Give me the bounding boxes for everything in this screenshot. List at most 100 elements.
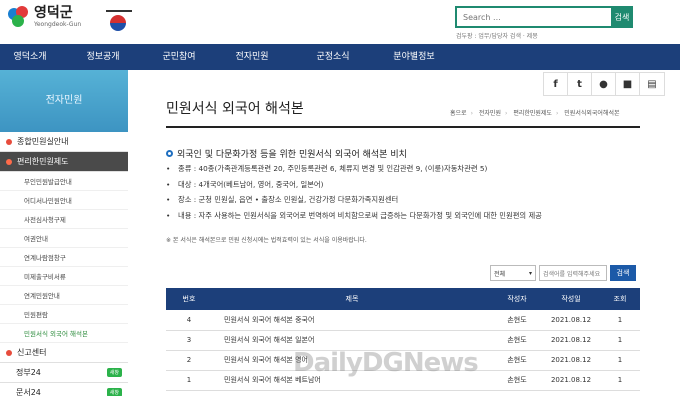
info-list: • 종류 : 40종(가족관계등록관련 20, 주민등록관련 6, 체류지 변경 … [166, 164, 646, 226]
chevron-down-icon: ▾ [528, 269, 532, 277]
sidebar-subitem-linked-window[interactable]: 연계나람점창구 [0, 248, 128, 267]
sidebar-subitem-linked-civil[interactable]: 연계민원안내 [0, 286, 128, 305]
breadcrumb-current: 민원서식외국어해석본 [564, 110, 620, 117]
select-value: 전체 [494, 270, 506, 278]
sidebar-link-doc24[interactable]: 문서24 새창 [0, 383, 128, 396]
info-item-text: 종류 : 40종(가족관계등록관련 20, 주민등록관련 6, 체류지 변경 및… [178, 164, 488, 173]
logo-name: 영덕군 [34, 5, 73, 21]
facebook-icon[interactable]: f [544, 73, 568, 95]
sidebar-title: 전자민원 [0, 70, 128, 132]
cell-author: 손현도 [492, 310, 542, 331]
breadcrumb-home[interactable]: 홈으로 [450, 110, 467, 117]
search-scope-select[interactable]: 전체 ▾ [490, 265, 536, 281]
col-date: 작성일 [542, 288, 600, 310]
nav-item-disclosure[interactable]: 정보공개 [60, 44, 146, 70]
title-divider [166, 126, 640, 128]
col-number: 번호 [166, 288, 212, 310]
page-title: 민원서식 외국어 해석본 [166, 101, 304, 117]
cell-date: 2021.08.12 [542, 370, 600, 391]
watermark: DailyDGNews [293, 348, 479, 378]
cell-views: 1 [600, 370, 640, 391]
cell-date: 2021.08.12 [542, 310, 600, 331]
board-search-button[interactable]: 검색 [610, 265, 636, 281]
sidebar-subitem-anywhere[interactable]: 어디서나민원안내 [0, 191, 128, 210]
search-button[interactable]: 검색 [611, 6, 633, 28]
site-logo[interactable]: 영덕군 Yeongdeok-Gun [8, 6, 81, 28]
info-item-text: 장소 : 군청 민원실, 읍면 • 출장소 민원실, 건강가정 다문화가족지원센… [178, 195, 399, 204]
sidebar-item-label: 편리한민원제도 [17, 157, 69, 166]
nav-item-e-civil[interactable]: 전자민원 [212, 44, 292, 70]
sidebar-subitem-unmanned[interactable]: 무인민원발급안내 [0, 172, 128, 191]
new-window-badge: 새창 [106, 388, 122, 396]
col-title: 제목 [212, 288, 492, 310]
twitter-icon[interactable]: t [568, 73, 592, 95]
sidebar-item-general[interactable]: 종합민원실안내 [0, 132, 128, 152]
info-item: • 대상 : 4개국어(베트남어, 영어, 중국어, 일본어) [166, 180, 646, 196]
sidebar: 전자민원 종합민원실안내 편리한민원제도 무인민원발급안내 어디서나민원안내 사… [0, 70, 128, 396]
search-hint: 검두팡 : 업무/담당자 검색 · 제몽 [456, 33, 538, 40]
bullet-icon [6, 138, 12, 145]
nav-item-fields[interactable]: 분야별정보 [374, 44, 454, 70]
sidebar-link-label: 문서24 [16, 388, 41, 396]
cell-views: 1 [600, 330, 640, 351]
sidebar-subitem-prereview[interactable]: 사전심사청구제 [0, 210, 128, 229]
cell-number: 2 [166, 350, 212, 371]
sidebar-item-label: 종합민원실안내 [17, 137, 69, 146]
breadcrumb-convenient[interactable]: 편리한민원제도 [513, 110, 552, 117]
national-flag-icon [106, 6, 132, 36]
share-toolbar: f t ● ■ ▤ [543, 72, 665, 96]
circle-bullet-icon [166, 150, 173, 157]
info-item-text: 대상 : 4개국어(베트남어, 영어, 중국어, 일본어) [178, 179, 324, 189]
cell-title-link[interactable]: 민원서식 외국어 해석본 일본어 [212, 330, 492, 351]
bullet-icon [6, 349, 12, 356]
sidebar-subitem-translations[interactable]: 민원서식 외국어 해석본 [0, 324, 128, 343]
new-window-badge: 새창 [106, 368, 122, 377]
cell-author: 손현도 [492, 370, 542, 391]
table-row[interactable]: 3 민원서식 외국어 해석본 일본어 손현도 2021.08.12 1 [166, 330, 640, 351]
col-author: 작성자 [492, 288, 542, 310]
cell-author: 손현도 [492, 350, 542, 371]
table-row[interactable]: 4 민원서식 외국어 해석본 중국어 손현도 2021.08.12 1 [166, 310, 640, 331]
cell-date: 2021.08.12 [542, 350, 600, 371]
logo-subtitle: Yeongdeok-Gun [34, 21, 82, 28]
cell-author: 손현도 [492, 330, 542, 351]
info-item: • 종류 : 40종(가족관계등록관련 20, 주민등록관련 6, 체류지 변경 … [166, 164, 646, 180]
cell-views: 1 [600, 350, 640, 371]
cell-number: 1 [166, 370, 212, 391]
sidebar-subitem-handbook[interactable]: 민원편람 [0, 305, 128, 324]
nav-item-intro[interactable]: 영덕소개 [0, 44, 60, 70]
sidebar-link-label: 정부24 [16, 368, 41, 377]
search-input[interactable] [455, 6, 611, 28]
breadcrumb-e-civil[interactable]: 전자민원 [479, 110, 501, 117]
cell-number: 4 [166, 310, 212, 331]
cell-date: 2021.08.12 [542, 330, 600, 351]
sidebar-subitem-unsubmitted[interactable]: 미제출구비서류 [0, 267, 128, 286]
speech-bubble-icon[interactable]: ● [592, 73, 616, 95]
info-item-text: 내용 : 자주 사용하는 민원서식을 외국어로 번역하여 비치함으로써 급증하는… [178, 210, 542, 220]
sidebar-link-gov24[interactable]: 정부24 새창 [0, 363, 128, 383]
sidebar-item-report[interactable]: 신고센터 [0, 343, 128, 363]
nav-item-participation[interactable]: 군민참여 [146, 44, 212, 70]
bullet-icon [6, 158, 12, 165]
sidebar-item-convenient[interactable]: 편리한민원제도 [0, 152, 128, 172]
bookmark-icon[interactable]: ■ [616, 73, 640, 95]
board-search-input[interactable]: 검색어를 입력해주세요 [539, 265, 607, 281]
table-header-row: 번호 제목 작성자 작성일 조회 [166, 288, 640, 310]
cell-views: 1 [600, 310, 640, 331]
info-item: • 내용 : 자주 사용하는 민원서식을 외국어로 번역하여 비치함으로써 급증하… [166, 211, 646, 227]
sidebar-item-label: 신고센터 [17, 348, 47, 357]
info-item: • 장소 : 군청 민원실, 읍면 • 출장소 민원실, 건강가정 다문화가족지원… [166, 195, 646, 211]
board-search: 전체 ▾ 검색어를 입력해주세요 검색 [490, 265, 636, 281]
info-heading: 외국인 및 다문화가정 등을 위한 민원서식 외국어 해석본 비치 [166, 147, 407, 160]
breadcrumb: 홈으로 › 전자민원 › 편리한민원제도 › 민원서식외국어해석본 [450, 110, 620, 117]
main-nav: 영덕소개 정보공개 군민참여 전자민원 군정소식 분야별정보 [0, 44, 680, 70]
notice-text: ※ 본 서식은 해석본으로 민원 신청시에는 법적효력이 있는 서식을 이용바랍… [166, 237, 367, 244]
site-search: 검색 [455, 6, 633, 28]
sidebar-subitem-passport[interactable]: 여권안내 [0, 229, 128, 248]
col-views: 조회 [600, 288, 640, 310]
print-icon[interactable]: ▤ [640, 73, 664, 95]
nav-item-news[interactable]: 군정소식 [292, 44, 374, 70]
site-header: 영덕군 Yeongdeok-Gun 검색 검두팡 : 업무/담당자 검색 · 제… [0, 0, 680, 44]
logo-mark-icon [8, 6, 30, 28]
cell-title-link[interactable]: 민원서식 외국어 해석본 중국어 [212, 310, 492, 331]
